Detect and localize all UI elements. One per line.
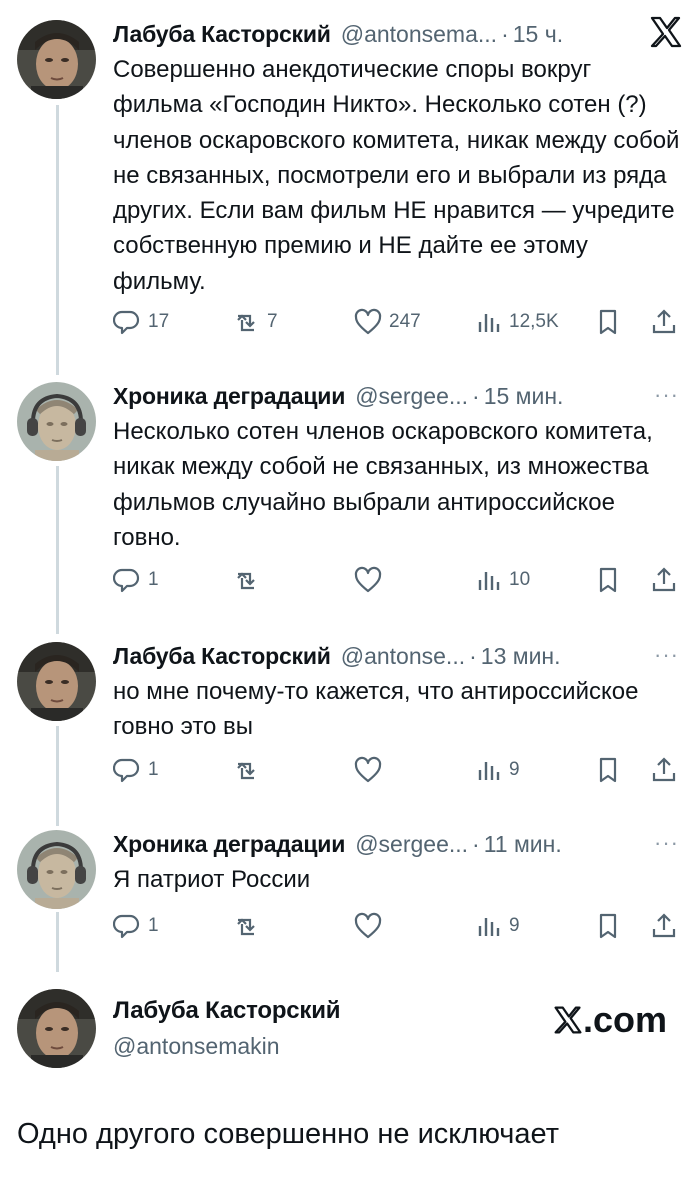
- author-name[interactable]: Хроника деградации: [113, 831, 345, 858]
- heart-icon: [354, 308, 382, 335]
- retweet-button[interactable]: [232, 566, 260, 594]
- author-handle[interactable]: @sergee...: [355, 831, 468, 858]
- avatar[interactable]: [17, 382, 96, 461]
- bookmark-icon: [599, 567, 617, 593]
- avatar[interactable]: [17, 642, 96, 721]
- separator-dot: ·: [472, 382, 480, 409]
- reply-button[interactable]: 17: [113, 308, 169, 336]
- author-name[interactable]: Лабуба Касторский: [113, 21, 331, 48]
- reply-button[interactable]: 1: [113, 756, 159, 784]
- retweet-icon: [236, 572, 256, 590]
- avatar[interactable]: [17, 830, 96, 909]
- brand-text: .com: [582, 999, 667, 1040]
- timestamp[interactable]: 13 мин.: [481, 643, 561, 670]
- reply-author-card: Лабуба Касторский @antonsemakin .com: [0, 985, 699, 1075]
- share-button[interactable]: [651, 566, 677, 594]
- author-handle[interactable]: @sergee...: [355, 383, 468, 410]
- views-count: 10: [509, 569, 531, 590]
- bookmark-button[interactable]: [595, 566, 621, 594]
- author-handle[interactable]: @antonsema...: [341, 21, 497, 48]
- reply-icon: [113, 568, 140, 593]
- reply-button[interactable]: 1: [113, 566, 159, 594]
- like-button[interactable]: [354, 566, 382, 594]
- like-button[interactable]: [354, 912, 382, 940]
- retweet-button[interactable]: [232, 912, 260, 940]
- timestamp[interactable]: 15 ч.: [513, 21, 563, 48]
- like-count: 247: [389, 311, 421, 332]
- bookmark-icon: [599, 913, 617, 939]
- tweet-text: Совершенно анекдотические споры вокруг ф…: [113, 56, 680, 295]
- heart-icon: [354, 756, 382, 783]
- share-button[interactable]: [651, 912, 677, 940]
- reply-button[interactable]: 1: [113, 912, 159, 940]
- share-button[interactable]: [651, 308, 677, 336]
- reply-count: 1: [148, 569, 159, 590]
- views-button[interactable]: 9: [476, 912, 520, 940]
- more-icon[interactable]: ···: [654, 380, 679, 410]
- tweet-text: Я патриот России: [113, 866, 311, 893]
- thread-line: [56, 466, 59, 634]
- heart-icon: [354, 566, 382, 593]
- views-count: 12,5K: [509, 311, 559, 332]
- bookmark-button[interactable]: [595, 912, 621, 940]
- tweet-text: Несколько сотен членов оскаровского коми…: [113, 418, 653, 551]
- views-button[interactable]: 9: [476, 756, 520, 784]
- author-name[interactable]: Лабуба Касторский: [113, 643, 331, 670]
- reply-count: 1: [148, 915, 159, 936]
- x-logo-icon: [554, 1006, 582, 1034]
- reply-icon: [113, 310, 140, 335]
- bookmark-icon: [599, 309, 617, 335]
- bookmark-icon: [599, 757, 617, 783]
- reply-icon: [113, 758, 140, 783]
- retweet-icon: [236, 762, 256, 780]
- views-icon: [478, 760, 500, 782]
- retweet-button[interactable]: 7: [232, 308, 278, 336]
- retweet-count: 7: [267, 311, 278, 332]
- avatar[interactable]: [17, 989, 96, 1068]
- reply-icon: [113, 914, 140, 939]
- share-icon: [652, 567, 676, 592]
- retweet-icon: [236, 918, 256, 936]
- tweet-text: но мне почему-то кажется, что антироссий…: [113, 678, 639, 741]
- separator-dot: ·: [501, 20, 509, 47]
- reply-text: Одно другого совершенно не исключает: [17, 1118, 559, 1150]
- bookmark-button[interactable]: [595, 308, 621, 336]
- views-count: 9: [509, 915, 520, 936]
- retweet-icon: [236, 314, 256, 332]
- more-icon[interactable]: ···: [654, 828, 679, 858]
- separator-dot: ·: [472, 830, 480, 857]
- timestamp[interactable]: 11 мин.: [484, 831, 562, 858]
- separator-dot: ·: [469, 642, 477, 669]
- like-button[interactable]: [354, 756, 382, 784]
- share-button[interactable]: [651, 756, 677, 784]
- reply-count: 1: [148, 759, 159, 780]
- views-button[interactable]: 12,5K: [476, 308, 559, 336]
- x-logo-icon: [649, 16, 683, 53]
- avatar[interactable]: [17, 20, 96, 99]
- views-button[interactable]: 10: [476, 566, 530, 594]
- views-count: 9: [509, 759, 520, 780]
- retweet-button[interactable]: [232, 756, 260, 784]
- timestamp[interactable]: 15 мин.: [484, 383, 564, 410]
- share-icon: [652, 757, 676, 782]
- more-icon[interactable]: ···: [654, 640, 679, 670]
- share-icon: [652, 309, 676, 334]
- bookmark-button[interactable]: [595, 756, 621, 784]
- author-name[interactable]: Хроника деградации: [113, 383, 345, 410]
- author-handle[interactable]: @antonse...: [341, 643, 465, 670]
- reply-count: 17: [148, 311, 170, 332]
- views-icon: [478, 570, 500, 592]
- like-button[interactable]: 247: [354, 308, 421, 336]
- views-icon: [478, 916, 500, 938]
- share-icon: [652, 913, 676, 938]
- heart-icon: [354, 912, 382, 939]
- views-icon: [478, 312, 500, 334]
- x-com-brand: .com: [553, 999, 667, 1041]
